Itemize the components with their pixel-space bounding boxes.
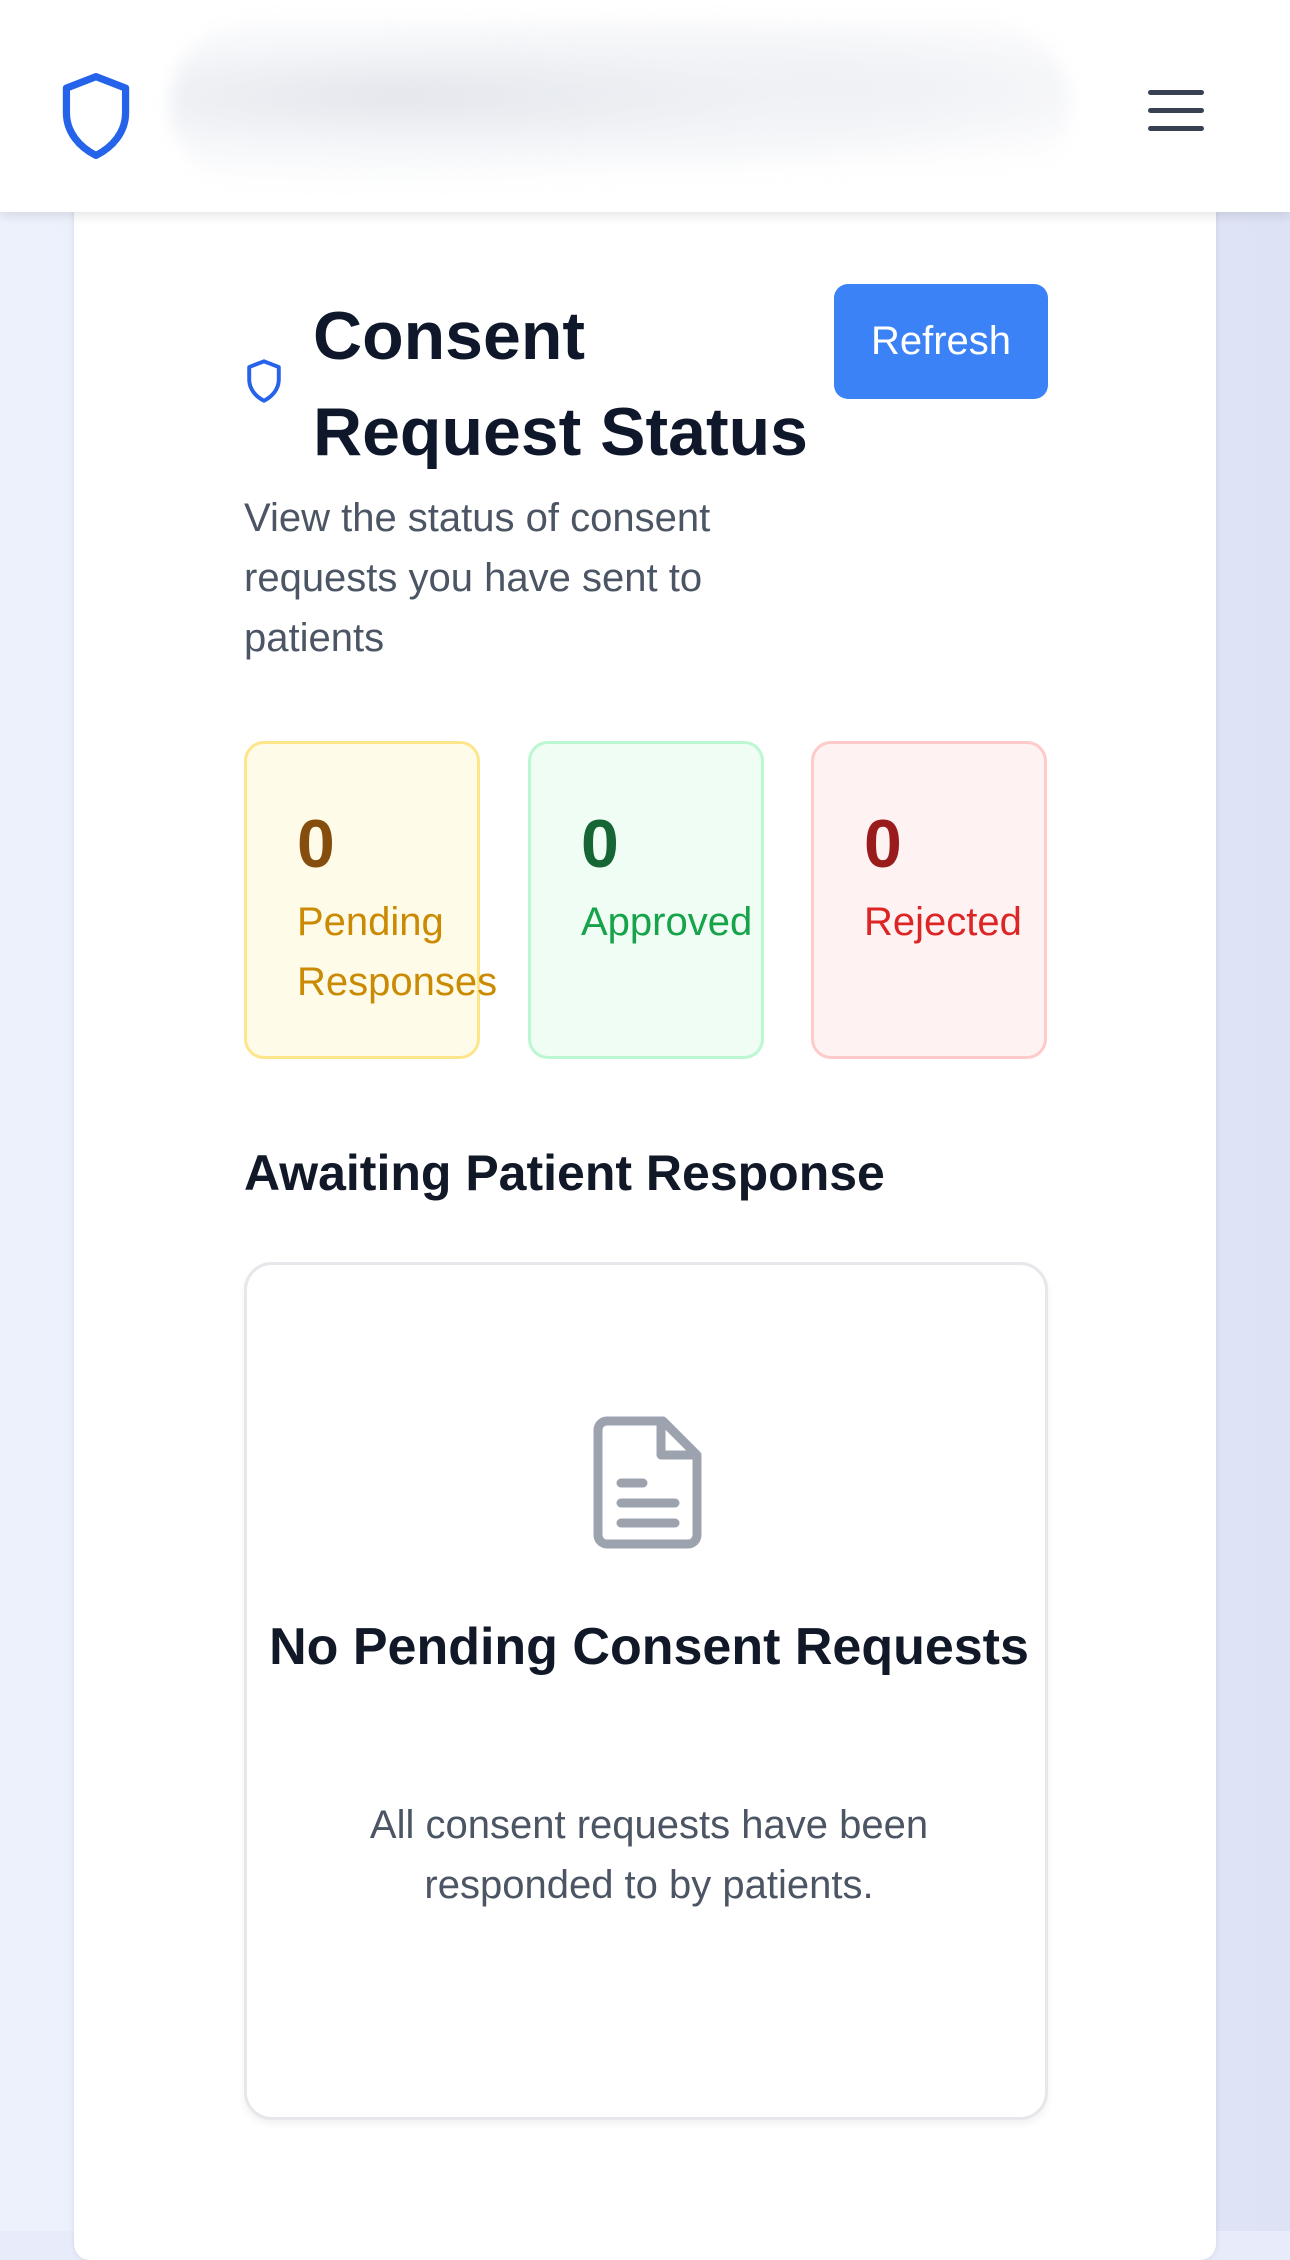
document-icon <box>593 1415 703 1549</box>
pending-count: 0 <box>297 806 335 882</box>
section-title: Awaiting Patient Response <box>244 1145 885 1201</box>
empty-state-title: No Pending Consent Requests <box>269 1618 1029 1676</box>
page-subtitle: View the status of consent requests you … <box>244 496 711 660</box>
rejected-stat-card: 0 Rejected <box>811 741 1047 1059</box>
blurred-brand-area <box>170 20 1070 190</box>
page-title: Consent Request Status <box>313 298 808 470</box>
shield-icon <box>244 358 290 408</box>
rejected-count: 0 <box>864 806 902 882</box>
top-navigation-bar <box>0 0 1290 212</box>
pending-label: Pending Responses <box>297 900 498 1004</box>
hamburger-menu-icon[interactable] <box>1148 90 1204 138</box>
approved-label: Approved <box>581 900 753 944</box>
refresh-button[interactable]: Refresh <box>834 284 1048 399</box>
approved-count: 0 <box>581 806 619 882</box>
pending-responses-stat-card: 0 Pending Responses <box>244 741 497 1059</box>
shield-icon[interactable] <box>56 70 136 162</box>
approved-stat-card: 0 Approved <box>528 741 764 1059</box>
empty-state-description: All consent requests have been responded… <box>369 1803 929 1907</box>
rejected-label: Rejected <box>864 900 1022 944</box>
empty-state-card: No Pending Consent Requests All consent … <box>244 1262 1048 2120</box>
